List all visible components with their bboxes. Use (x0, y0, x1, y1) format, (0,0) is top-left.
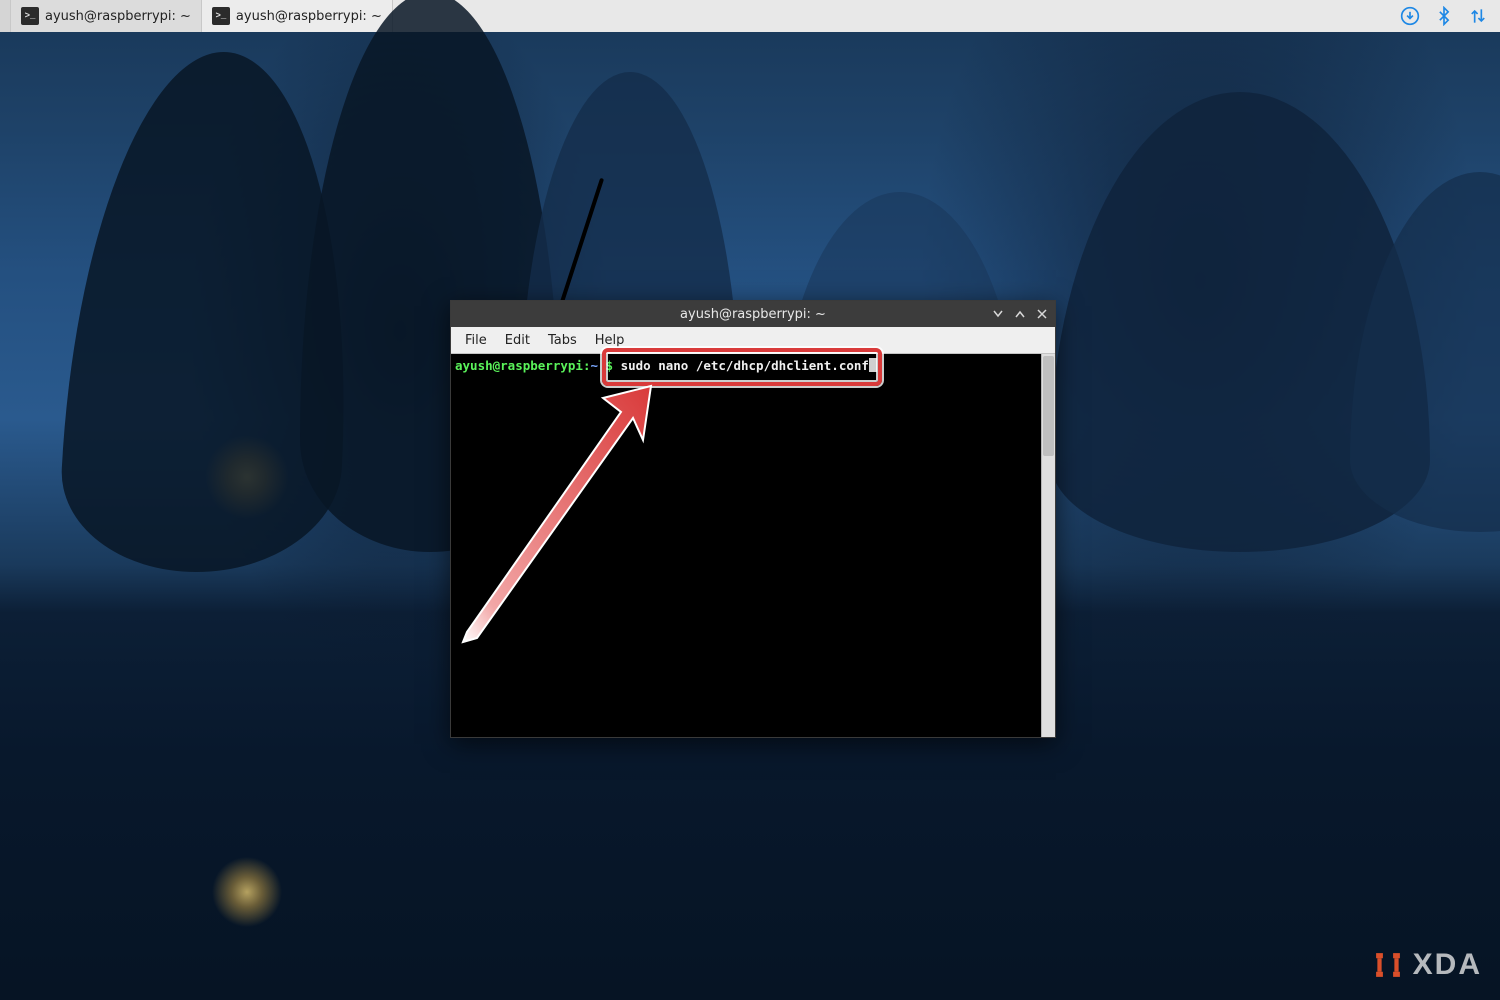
taskbar-spacer (393, 0, 1388, 32)
terminal-scrollbar[interactable] (1041, 354, 1055, 737)
terminal-body[interactable]: ayush@raspberrypi:~ $ sudo nano /etc/dhc… (451, 354, 1055, 737)
prompt-end: $ (598, 358, 621, 373)
prompt-path: ~ (590, 358, 598, 373)
terminal-icon: >_ (212, 7, 230, 25)
window-titlebar[interactable]: ayush@raspberrypi: ~ (451, 301, 1055, 327)
system-tray (1388, 0, 1500, 32)
menu-help[interactable]: Help (587, 330, 633, 351)
xda-watermark-text: XDA (1413, 950, 1482, 980)
taskbar-item-label: ayush@raspberrypi: ~ (236, 9, 382, 24)
menu-tabs[interactable]: Tabs (540, 330, 585, 351)
window-title: ayush@raspberrypi: ~ (680, 307, 826, 322)
bluetooth-icon[interactable] (1434, 6, 1454, 26)
terminal-window: ayush@raspberrypi: ~ File Edit Tabs Help… (450, 300, 1056, 738)
menu-file[interactable]: File (457, 330, 495, 351)
window-buttons (991, 301, 1049, 327)
prompt-userhost: ayush@raspberrypi (455, 358, 583, 373)
menu-edit[interactable]: Edit (497, 330, 538, 351)
taskbar-menu-stub[interactable] (0, 0, 11, 32)
terminal-text[interactable]: ayush@raspberrypi:~ $ sudo nano /etc/dhc… (451, 354, 1041, 737)
window-close-button[interactable] (1035, 307, 1049, 321)
xda-watermark: XDA (1371, 948, 1482, 982)
network-updown-icon[interactable] (1468, 6, 1488, 26)
window-maximize-button[interactable] (1013, 307, 1027, 321)
xda-logo-icon (1371, 948, 1405, 982)
scrollbar-thumb[interactable] (1043, 356, 1054, 456)
terminal-menubar: File Edit Tabs Help (451, 327, 1055, 354)
taskbar-item-label: ayush@raspberrypi: ~ (45, 9, 191, 24)
taskbar-item-terminal-1[interactable]: >_ ayush@raspberrypi: ~ (11, 0, 202, 32)
terminal-icon: >_ (21, 7, 39, 25)
taskbar-item-terminal-2[interactable]: >_ ayush@raspberrypi: ~ (202, 0, 393, 32)
window-minimize-button[interactable] (991, 307, 1005, 321)
terminal-cursor (869, 358, 877, 372)
taskbar: >_ ayush@raspberrypi: ~ >_ ayush@raspber… (0, 0, 1500, 33)
terminal-command: sudo nano /etc/dhcp/dhclient.conf (621, 358, 869, 373)
download-icon[interactable] (1400, 6, 1420, 26)
